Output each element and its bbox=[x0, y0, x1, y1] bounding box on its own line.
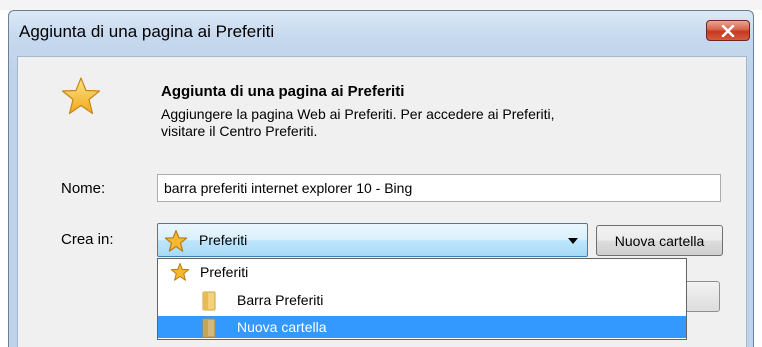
close-icon bbox=[721, 24, 735, 37]
create-in-label: Crea in: bbox=[61, 231, 114, 248]
header-description: Aggiungere la pagina Web ai Preferiti. P… bbox=[161, 106, 721, 140]
create-in-value: Preferiti bbox=[199, 232, 248, 248]
header-title: Aggiunta di una pagina ai Preferiti bbox=[161, 83, 405, 100]
list-item-nuova-cartella[interactable]: Nuova cartella bbox=[158, 316, 686, 338]
star-icon bbox=[164, 230, 188, 252]
list-item-preferiti[interactable]: Preferiti bbox=[158, 261, 686, 283]
list-item-label: Preferiti bbox=[200, 264, 249, 280]
header-description-line-2: visitare il Centro Preferiti. bbox=[161, 123, 318, 139]
create-in-combobox[interactable]: Preferiti bbox=[157, 223, 588, 257]
folder-icon bbox=[202, 291, 216, 311]
favorites-star-icon bbox=[61, 77, 101, 115]
star-icon bbox=[170, 263, 190, 281]
name-input[interactable] bbox=[157, 174, 721, 202]
new-folder-button[interactable]: Nuova cartella bbox=[596, 225, 723, 256]
list-item-barra-preferiti[interactable]: Barra Preferiti bbox=[158, 289, 686, 311]
folder-dropdown-list: Preferiti Barra Preferiti Nuova cartella bbox=[157, 258, 687, 340]
window-title: Aggiunta di una pagina ai Preferiti bbox=[19, 22, 275, 41]
list-item-label: Barra Preferiti bbox=[237, 292, 324, 308]
close-button[interactable] bbox=[706, 20, 750, 41]
name-label: Nome: bbox=[61, 180, 106, 197]
header-description-line-1: Aggiungere la pagina Web ai Preferiti. P… bbox=[161, 106, 555, 122]
folder-icon bbox=[202, 318, 216, 338]
background-window-strip bbox=[0, 0, 762, 10]
list-item-label: Nuova cartella bbox=[237, 319, 327, 335]
chevron-down-icon bbox=[568, 238, 578, 244]
